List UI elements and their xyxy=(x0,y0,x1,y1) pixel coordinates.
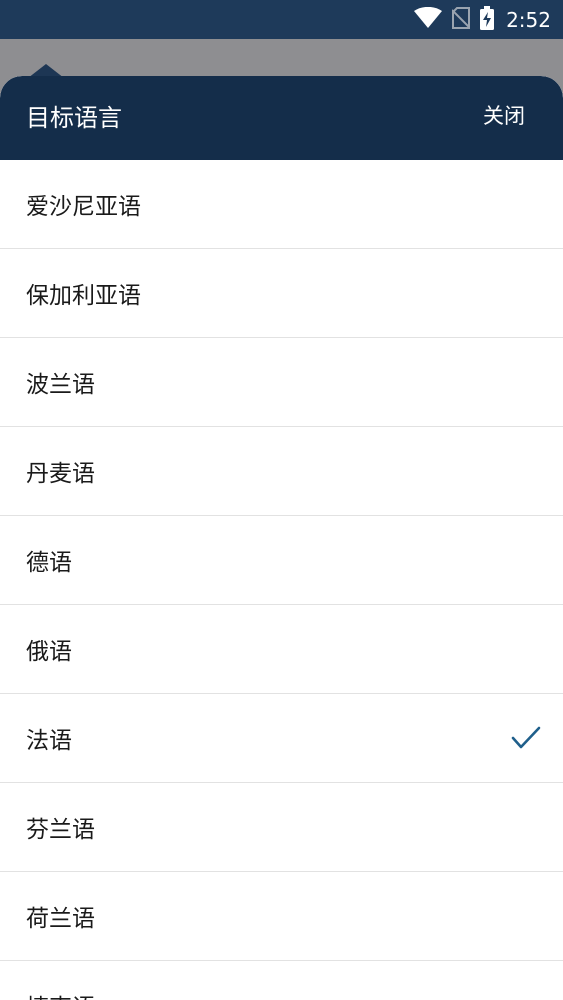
language-picker-sheet: 目标语言 关闭 爱沙尼亚语 保加利亚语 波兰语 丹麦语 德语 俄语 法语 芬兰语… xyxy=(0,76,563,1000)
language-label: 波兰语 xyxy=(26,372,95,398)
language-label: 爱沙尼亚语 xyxy=(26,194,141,220)
language-list: 爱沙尼亚语 保加利亚语 波兰语 丹麦语 德语 俄语 法语 芬兰语 荷兰语 xyxy=(0,160,563,1000)
no-sim-icon xyxy=(451,6,471,33)
language-item[interactable]: 爱沙尼亚语 xyxy=(0,160,563,249)
wifi-icon xyxy=(414,6,443,33)
language-item[interactable]: 捷克语 xyxy=(0,961,563,1000)
close-button[interactable]: 关闭 xyxy=(483,102,525,130)
language-label: 法语 xyxy=(26,728,72,754)
battery-charging-icon xyxy=(480,5,495,34)
language-label: 捷克语 xyxy=(26,988,95,1000)
language-item[interactable]: 荷兰语 xyxy=(0,872,563,961)
language-item-selected[interactable]: 法语 xyxy=(0,694,563,783)
checkmark-icon xyxy=(511,726,541,750)
sheet-header: 目标语言 关闭 xyxy=(0,76,563,160)
status-bar: 2:52 xyxy=(0,0,563,39)
language-label: 保加利亚语 xyxy=(26,283,141,309)
language-label: 荷兰语 xyxy=(26,906,95,932)
status-icons: 2:52 xyxy=(414,0,551,39)
language-item[interactable]: 德语 xyxy=(0,516,563,605)
language-item[interactable]: 芬兰语 xyxy=(0,783,563,872)
language-item[interactable]: 保加利亚语 xyxy=(0,249,563,338)
language-label: 芬兰语 xyxy=(26,817,95,843)
language-label: 德语 xyxy=(26,550,72,576)
language-label: 俄语 xyxy=(26,639,72,665)
language-label: 丹麦语 xyxy=(26,461,95,487)
status-time: 2:52 xyxy=(506,7,551,32)
language-item[interactable]: 丹麦语 xyxy=(0,427,563,516)
sheet-title: 目标语言 xyxy=(26,104,122,132)
language-item[interactable]: 波兰语 xyxy=(0,338,563,427)
language-item[interactable]: 俄语 xyxy=(0,605,563,694)
